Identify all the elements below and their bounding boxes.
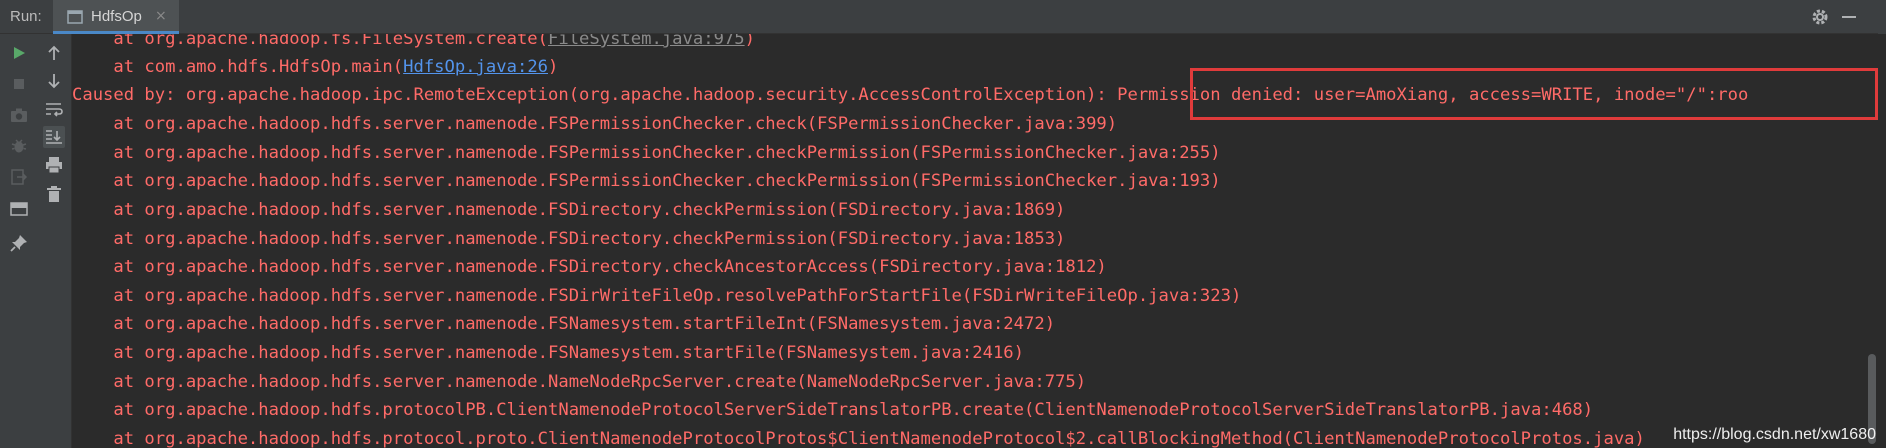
tab-label: HdfsOp <box>91 8 142 25</box>
pin-icon[interactable] <box>8 232 30 254</box>
console-line: at org.apache.hadoop.fs.FileSystem.creat… <box>72 34 755 52</box>
console-line: at org.apache.hadoop.hdfs.server.namenod… <box>72 372 1087 392</box>
console-line: at com.amo.hdfs.HdfsOp.main(HdfsOp.java:… <box>72 57 559 77</box>
run-toolbar: Run: HdfsOp × <box>0 0 1886 34</box>
console-line: at org.apache.hadoop.hdfs.server.namenod… <box>72 229 1066 249</box>
console-line: at org.apache.hadoop.hdfs.server.namenod… <box>72 114 1118 134</box>
debug-icon[interactable] <box>8 135 30 157</box>
console-line: at org.apache.hadoop.hdfs.server.namenod… <box>72 200 1066 220</box>
stop-icon[interactable] <box>8 73 30 95</box>
gear-icon[interactable] <box>1809 6 1831 28</box>
console-line: at org.apache.hadoop.hdfs.protocolPB.Cli… <box>72 400 1594 420</box>
console-line: at org.apache.hadoop.hdfs.server.namenod… <box>72 143 1221 163</box>
console-line: at org.apache.hadoop.hdfs.server.namenod… <box>72 257 1107 277</box>
console-toolbar <box>0 34 72 448</box>
application-icon <box>67 9 83 29</box>
console-output[interactable]: at org.apache.hadoop.fs.FileSystem.creat… <box>72 34 1886 448</box>
camera-icon[interactable] <box>8 104 30 126</box>
exit-icon[interactable] <box>8 166 30 188</box>
console-line: at org.apache.hadoop.hdfs.server.namenod… <box>72 343 1024 363</box>
trash-icon[interactable] <box>43 183 65 205</box>
run-label: Run: <box>10 8 42 25</box>
close-icon[interactable]: × <box>155 8 167 24</box>
watermark: https://blog.csdn.net/xw1680 <box>1673 426 1876 443</box>
tab-hdfsop[interactable]: HdfsOp × <box>53 0 179 34</box>
print-icon[interactable] <box>43 154 65 176</box>
console-line: at org.apache.hadoop.hdfs.server.namenod… <box>72 286 1242 306</box>
console-line: at org.apache.hadoop.hdfs.protocol.proto… <box>72 429 1645 448</box>
scroll-to-end-icon[interactable] <box>43 126 65 148</box>
soft-wrap-icon[interactable] <box>43 98 65 120</box>
layout-icon[interactable] <box>8 198 30 220</box>
console-line: at org.apache.hadoop.hdfs.server.namenod… <box>72 314 1056 334</box>
console-line: at org.apache.hadoop.hdfs.server.namenod… <box>72 171 1221 191</box>
minimize-icon[interactable] <box>1838 6 1860 28</box>
source-link[interactable]: HdfsOp.java:26 <box>403 57 548 77</box>
highlight-box <box>1190 68 1878 120</box>
down-arrow-icon[interactable] <box>43 70 65 92</box>
rerun-icon[interactable] <box>8 42 30 64</box>
source-link[interactable]: FileSystem.java:975 <box>548 34 745 49</box>
up-arrow-icon[interactable] <box>43 42 65 64</box>
